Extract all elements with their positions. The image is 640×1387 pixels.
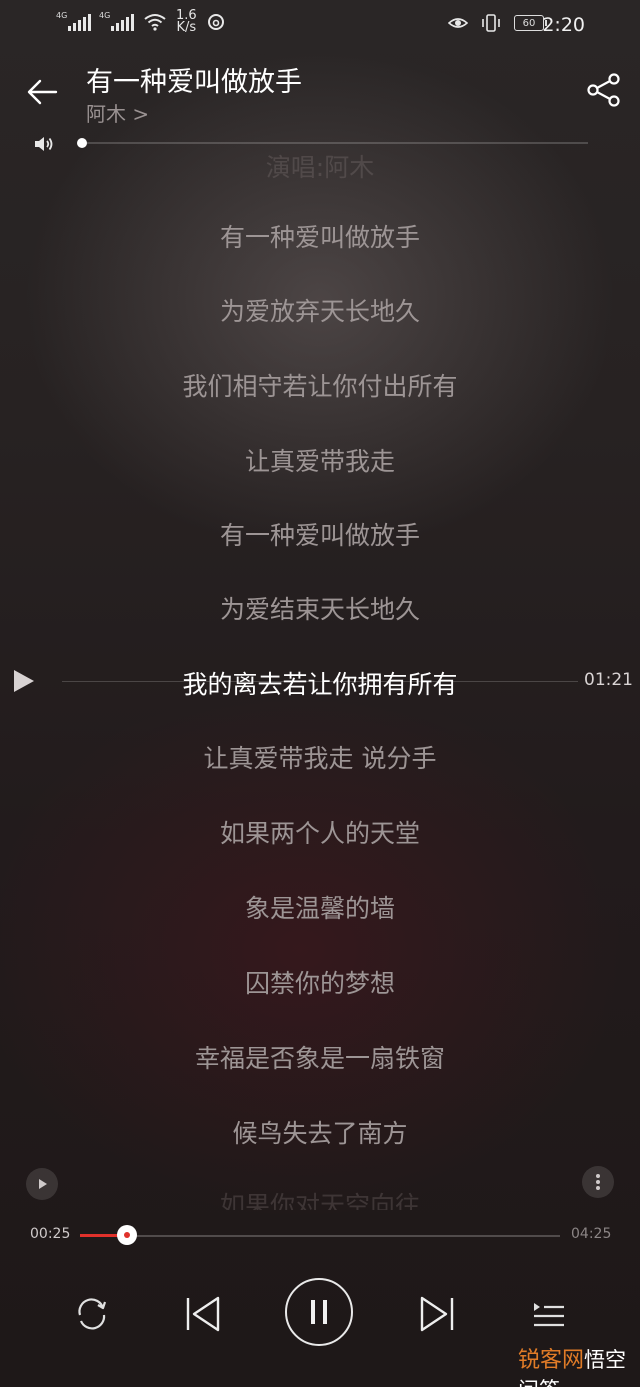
lyric-line-active: 我的离去若让你拥有所有 [182,670,458,699]
progress-track[interactable] [80,1235,560,1237]
watermark: 锐客网悟空问答 [518,1342,640,1387]
lyric-seek-line [62,681,578,682]
lyrics-panel[interactable]: 演唱:阿木 有一种爱叫做放手 为爱放弃天长地久 我们相守若让你付出所有 让真爱带… [0,150,640,1210]
eye-comfort-icon [448,18,468,28]
lyric-seek-time: 01:21 [584,670,633,690]
back-arrow-icon[interactable] [22,72,62,112]
playlist-icon[interactable] [528,1294,568,1334]
battery-icon: 60 [514,15,547,31]
battery-level: 60 [522,17,536,29]
pause-button[interactable] [285,1278,353,1346]
volume-slider-track[interactable] [82,142,588,144]
speed-unit: K/s [176,20,197,35]
more-vertical-icon [596,1174,600,1190]
lyric-line: 让真爱带我走 [244,447,395,476]
artist-link[interactable]: 阿木 > [86,98,149,127]
volume-slider-knob[interactable] [77,138,87,148]
repeat-icon[interactable] [72,1294,112,1334]
next-track-icon[interactable] [414,1292,458,1336]
song-title: 有一种爱叫做放手 [86,67,302,98]
network-type-1: 4G [56,11,68,20]
music-player-screen: 4G 4G 1.6 K/s 60 2:20 有一种爱叫做放手 阿木 > 演唱:阿… [0,0,640,1387]
watermark-part1: 锐客网 [518,1348,585,1373]
pause-icon [311,1300,327,1324]
network-type-2: 4G [99,11,111,20]
play-icon [39,1179,47,1189]
clock: 2:20 [542,14,585,36]
play-from-line-icon[interactable] [12,668,36,694]
previous-track-icon[interactable] [182,1292,226,1336]
more-options-button[interactable] [582,1166,614,1198]
lyric-line: 为爱结束天长地久 [219,595,420,624]
wifi-icon [144,14,166,31]
status-bar: 4G 4G 1.6 K/s 60 2:20 [0,0,640,50]
total-time: 04:25 [571,1226,612,1242]
lyric-line: 有一种爱叫做放手 [219,223,420,252]
lyric-line: 让真爱带我走 说分手 [203,744,437,773]
lyric-line: 如果两个人的天堂 [219,819,420,848]
lyric-line: 有一种爱叫做放手 [219,521,420,550]
vibrate-icon [482,14,500,32]
lyric-line: 囚禁你的梦想 [244,969,395,998]
share-icon[interactable] [584,70,624,110]
lyric-line: 象是温馨的墙 [244,894,395,923]
lyric-line: 我们相守若让你付出所有 [182,372,458,401]
elapsed-time: 00:25 [30,1226,71,1242]
signal-icon: 4G [56,11,91,31]
lyric-line: 演唱:阿木 [265,153,375,182]
network-speed: 1.6 K/s [176,9,197,35]
lyric-line: 候鸟失去了南方 [232,1119,408,1148]
netease-music-icon [207,14,224,30]
lyric-line: 为爱放弃天长地久 [219,297,420,326]
signal-icon-2: 4G [99,11,134,31]
lyric-line: 如果你对天空向往 [219,1191,420,1210]
progress-knob[interactable] [117,1225,138,1245]
mv-play-button[interactable] [26,1168,58,1200]
lyric-line: 幸福是否象是一扇铁窗 [194,1044,445,1073]
